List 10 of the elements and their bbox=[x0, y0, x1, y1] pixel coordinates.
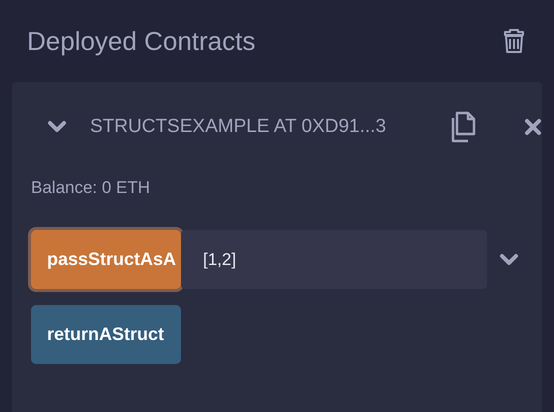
chevron-icon[interactable] bbox=[47, 120, 67, 134]
trash-icon[interactable] bbox=[504, 29, 524, 53]
contract-name: STRUCTSEXAMPLE AT 0XD91...3 bbox=[90, 116, 388, 138]
section-title: Deployed Contracts bbox=[27, 26, 256, 56]
chevron-icon[interactable] bbox=[499, 252, 519, 266]
function-button[interactable]: passStructAsA bbox=[31, 230, 181, 289]
function-button[interactable]: returnAStruct bbox=[31, 305, 181, 364]
close-icon[interactable] bbox=[524, 118, 542, 136]
balance-label: Balance: 0 ETH bbox=[31, 178, 150, 198]
argument-input[interactable]: [1,2] bbox=[181, 230, 487, 289]
